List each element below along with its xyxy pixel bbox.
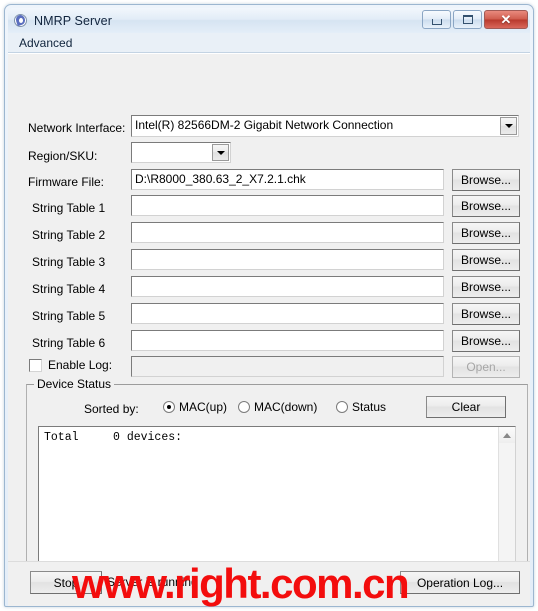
scroll-up-icon[interactable] <box>499 427 515 443</box>
client-area: Network Interface: Intel(R) 82566DM-2 Gi… <box>8 53 530 606</box>
firmware-file-label: Firmware File: <box>28 175 105 189</box>
string-table-1-input[interactable] <box>131 195 444 216</box>
server-status-text: Server is running <box>107 575 198 589</box>
string-table-6-input[interactable] <box>131 330 444 351</box>
close-button[interactable]: ✕ <box>484 10 528 29</box>
string-table-1-browse-button[interactable]: Browse... <box>452 195 520 217</box>
network-interface-value: Intel(R) 82566DM-2 Gigabit Network Conne… <box>135 118 394 132</box>
region-sku-label: Region/SKU: <box>28 149 98 163</box>
maximize-icon <box>462 15 473 24</box>
window-title: NMRP Server <box>34 13 112 28</box>
window-controls: ✕ <box>422 10 528 29</box>
enable-log-path-input[interactable] <box>131 356 444 377</box>
close-icon: ✕ <box>500 12 512 27</box>
string-table-2-label: String Table 2 <box>32 228 106 242</box>
string-table-4-label: String Table 4 <box>32 282 106 296</box>
string-table-3-input[interactable] <box>131 249 444 270</box>
operation-log-button[interactable]: Operation Log... <box>400 571 520 594</box>
status-bar: Stop Server is running Operation Log... <box>8 561 530 606</box>
radio-icon <box>163 401 175 413</box>
clear-button[interactable]: Clear <box>426 396 506 418</box>
string-table-2-input[interactable] <box>131 222 444 243</box>
string-table-3-label: String Table 3 <box>32 255 106 269</box>
firmware-file-input[interactable]: D:\R8000_380.63_2_X7.2.1.chk <box>131 169 444 190</box>
string-table-1-label: String Table 1 <box>32 201 106 215</box>
sort-option-mac-up[interactable]: MAC(up) <box>163 400 227 414</box>
enable-log-label: Enable Log: <box>48 358 113 372</box>
string-table-2-browse-button[interactable]: Browse... <box>452 222 520 244</box>
menu-item-advanced[interactable]: Advanced <box>14 35 77 51</box>
nmrp-server-window: NMRP Server ✕ Advanced Network Interface… <box>4 4 534 607</box>
chevron-down-icon[interactable] <box>212 144 229 161</box>
string-table-4-input[interactable] <box>131 276 444 297</box>
enable-log-open-button[interactable]: Open... <box>452 356 520 378</box>
sort-option-status-label: Status <box>352 400 387 414</box>
sort-option-status[interactable]: Status <box>336 400 386 414</box>
device-status-legend: Device Status <box>34 377 115 391</box>
string-table-5-input[interactable] <box>131 303 444 324</box>
maximize-button[interactable] <box>453 10 482 29</box>
minimize-icon <box>431 18 442 25</box>
nmrp-app-icon <box>13 13 29 29</box>
menu-bar: Advanced <box>8 33 530 53</box>
string-table-5-label: String Table 5 <box>32 309 106 323</box>
region-sku-combo[interactable] <box>131 142 231 163</box>
device-status-list-text: Total 0 devices: <box>44 431 183 444</box>
radio-icon <box>336 401 348 413</box>
stop-button[interactable]: Stop <box>30 571 102 594</box>
minimize-button[interactable] <box>422 10 451 29</box>
sorted-by-label: Sorted by: <box>84 402 139 416</box>
network-interface-label: Network Interface: <box>28 121 126 135</box>
string-table-3-browse-button[interactable]: Browse... <box>452 249 520 271</box>
sort-option-mac-down-label: MAC(down) <box>254 400 318 414</box>
firmware-file-browse-button[interactable]: Browse... <box>452 169 520 191</box>
radio-icon <box>238 401 250 413</box>
chevron-down-icon[interactable] <box>500 117 517 135</box>
network-interface-combo[interactable]: Intel(R) 82566DM-2 Gigabit Network Conne… <box>131 115 519 137</box>
sort-option-mac-down[interactable]: MAC(down) <box>238 400 317 414</box>
enable-log-checkbox[interactable] <box>29 359 42 372</box>
string-table-6-label: String Table 6 <box>32 336 106 350</box>
string-table-4-browse-button[interactable]: Browse... <box>452 276 520 298</box>
string-table-6-browse-button[interactable]: Browse... <box>452 330 520 352</box>
title-bar: NMRP Server ✕ <box>8 8 530 33</box>
sort-option-mac-up-label: MAC(up) <box>179 400 228 414</box>
string-table-5-browse-button[interactable]: Browse... <box>452 303 520 325</box>
